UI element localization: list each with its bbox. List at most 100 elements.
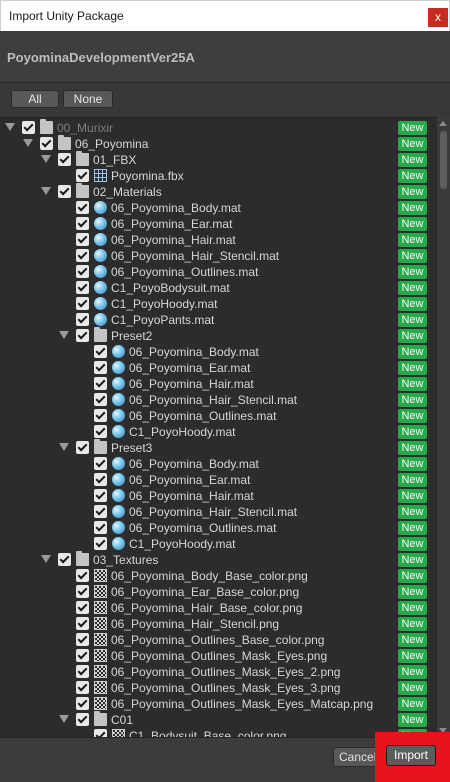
- tree-asset-row[interactable]: 06_Poyomina_Body.mat New: [0, 344, 437, 360]
- tree-asset-row[interactable]: 06_Poyomina_Hair.mat New: [0, 376, 437, 392]
- include-checkbox[interactable]: [40, 137, 53, 150]
- tree-folder-row[interactable]: 01_FBX New: [0, 151, 437, 168]
- include-checkbox[interactable]: [94, 393, 107, 406]
- material-icon: [112, 393, 125, 406]
- new-badge: New: [398, 665, 427, 679]
- expand-arrow-icon[interactable]: [59, 715, 69, 723]
- include-checkbox[interactable]: [58, 185, 71, 198]
- include-checkbox[interactable]: [76, 585, 89, 598]
- include-checkbox[interactable]: [76, 713, 89, 726]
- tree-asset-row[interactable]: 06_Poyomina_Ear_Base_color.png New: [0, 584, 437, 600]
- tree-folder-row[interactable]: Preset3 New: [0, 439, 437, 456]
- tree-asset-row[interactable]: C1_PoyoHoody.mat New: [0, 424, 437, 440]
- include-checkbox[interactable]: [58, 553, 71, 566]
- new-badge: New: [398, 233, 427, 247]
- include-checkbox[interactable]: [94, 489, 107, 502]
- expand-arrow-icon[interactable]: [41, 555, 51, 563]
- tree-folder-row[interactable]: 02_Materials New: [0, 183, 437, 200]
- new-badge: New: [398, 489, 427, 503]
- include-checkbox[interactable]: [76, 681, 89, 694]
- include-checkbox[interactable]: [22, 121, 35, 134]
- include-checkbox[interactable]: [76, 233, 89, 246]
- tree-folder-row[interactable]: C01 New: [0, 711, 437, 728]
- tree-asset-row[interactable]: C1_Bodysuit_Base_color.pngNew: [0, 728, 437, 737]
- tree-folder-row[interactable]: 06_Poyomina New: [0, 135, 437, 152]
- include-checkbox[interactable]: [94, 361, 107, 374]
- tree-item-label: 06_Poyomina_Body.mat: [111, 201, 241, 215]
- include-checkbox[interactable]: [76, 249, 89, 262]
- tree-asset-row[interactable]: 06_Poyomina_Outlines_Mask_Eyes_Matcap.pn…: [0, 696, 437, 712]
- tree-asset-row[interactable]: 06_Poyomina_Hair_Base_color.png New: [0, 600, 437, 616]
- include-checkbox[interactable]: [58, 153, 71, 166]
- tree-folder-row[interactable]: 00_Murixir New: [0, 119, 437, 136]
- expand-arrow-icon[interactable]: [59, 331, 69, 339]
- tree-scrollbar[interactable]: [437, 117, 450, 737]
- close-button[interactable]: x: [428, 8, 448, 27]
- include-checkbox[interactable]: [76, 617, 89, 630]
- expand-arrow-icon[interactable]: [41, 155, 51, 163]
- include-checkbox[interactable]: [76, 217, 89, 230]
- tree-asset-row[interactable]: 06_Poyomina_Body_Base_color.png New: [0, 568, 437, 584]
- include-checkbox[interactable]: [94, 729, 107, 737]
- include-checkbox[interactable]: [94, 521, 107, 534]
- tree-asset-row[interactable]: 06_Poyomina_Outlines_Mask_Eyes_3.png New: [0, 680, 437, 696]
- tree-asset-row[interactable]: 06_Poyomina_Ear.mat New: [0, 472, 437, 488]
- include-checkbox[interactable]: [76, 169, 89, 182]
- include-checkbox[interactable]: [76, 441, 89, 454]
- include-checkbox[interactable]: [76, 265, 89, 278]
- tree-asset-row[interactable]: 06_Poyomina_Outlines_Mask_Eyes_2.png New: [0, 664, 437, 680]
- tree-asset-row[interactable]: C1_PoyoPants.mat New: [0, 312, 437, 328]
- include-checkbox[interactable]: [76, 281, 89, 294]
- tree-asset-row[interactable]: 06_Poyomina_Ear.mat New: [0, 216, 437, 232]
- expand-arrow-icon[interactable]: [59, 443, 69, 451]
- include-checkbox[interactable]: [76, 601, 89, 614]
- select-all-button[interactable]: All: [11, 90, 59, 108]
- tree-asset-row[interactable]: 06_Poyomina_Hair_Stencil.mat New: [0, 392, 437, 408]
- tree-asset-row[interactable]: 06_Poyomina_Hair_Stencil.mat New: [0, 504, 437, 520]
- include-checkbox[interactable]: [94, 425, 107, 438]
- tree-asset-row[interactable]: 06_Poyomina_Outlines_Mask_Eyes.png New: [0, 648, 437, 664]
- include-checkbox[interactable]: [76, 297, 89, 310]
- tree-folder-row[interactable]: Preset2 New: [0, 327, 437, 344]
- include-checkbox[interactable]: [94, 457, 107, 470]
- include-checkbox[interactable]: [76, 313, 89, 326]
- scroll-up-icon[interactable]: [439, 121, 447, 126]
- tree-asset-row[interactable]: Poyomina.fbx New: [0, 168, 437, 184]
- include-checkbox[interactable]: [94, 473, 107, 486]
- tree-asset-row[interactable]: 06_Poyomina_Outlines.mat New: [0, 408, 437, 424]
- texture-icon: [94, 697, 107, 710]
- expand-arrow-icon[interactable]: [5, 123, 15, 131]
- scroll-thumb[interactable]: [440, 131, 447, 189]
- material-icon: [94, 313, 107, 326]
- include-checkbox[interactable]: [94, 505, 107, 518]
- tree-asset-row[interactable]: C1_PoyoBodysuit.mat New: [0, 280, 437, 296]
- include-checkbox[interactable]: [76, 633, 89, 646]
- include-checkbox[interactable]: [94, 537, 107, 550]
- include-checkbox[interactable]: [94, 345, 107, 358]
- include-checkbox[interactable]: [76, 697, 89, 710]
- include-checkbox[interactable]: [76, 329, 89, 342]
- tree-asset-row[interactable]: 06_Poyomina_Hair.mat New: [0, 488, 437, 504]
- include-checkbox[interactable]: [94, 409, 107, 422]
- tree-asset-row[interactable]: 06_Poyomina_Hair_Stencil.mat New: [0, 248, 437, 264]
- tree-asset-row[interactable]: 06_Poyomina_Body.mat New: [0, 200, 437, 216]
- include-checkbox[interactable]: [94, 377, 107, 390]
- tree-folder-row[interactable]: 03_Textures New: [0, 551, 437, 568]
- include-checkbox[interactable]: [76, 201, 89, 214]
- tree-asset-row[interactable]: 06_Poyomina_Ear.mat New: [0, 360, 437, 376]
- tree-asset-row[interactable]: 06_Poyomina_Outlines.mat New: [0, 264, 437, 280]
- tree-asset-row[interactable]: 06_Poyomina_Hair_Stencil.png New: [0, 616, 437, 632]
- expand-arrow-icon[interactable]: [41, 187, 51, 195]
- tree-asset-row[interactable]: 06_Poyomina_Outlines.mat New: [0, 520, 437, 536]
- expand-arrow-icon[interactable]: [23, 139, 33, 147]
- select-none-button[interactable]: None: [63, 90, 113, 108]
- include-checkbox[interactable]: [76, 569, 89, 582]
- include-checkbox[interactable]: [76, 649, 89, 662]
- tree-asset-row[interactable]: 06_Poyomina_Hair.mat New: [0, 232, 437, 248]
- tree-asset-row[interactable]: 06_Poyomina_Outlines_Base_color.png New: [0, 632, 437, 648]
- import-button[interactable]: Import: [386, 745, 436, 766]
- tree-asset-row[interactable]: C1_PoyoHoody.mat New: [0, 296, 437, 312]
- include-checkbox[interactable]: [76, 665, 89, 678]
- tree-asset-row[interactable]: C1_PoyoHoody.mat New: [0, 536, 437, 552]
- tree-asset-row[interactable]: 06_Poyomina_Body.mat New: [0, 456, 437, 472]
